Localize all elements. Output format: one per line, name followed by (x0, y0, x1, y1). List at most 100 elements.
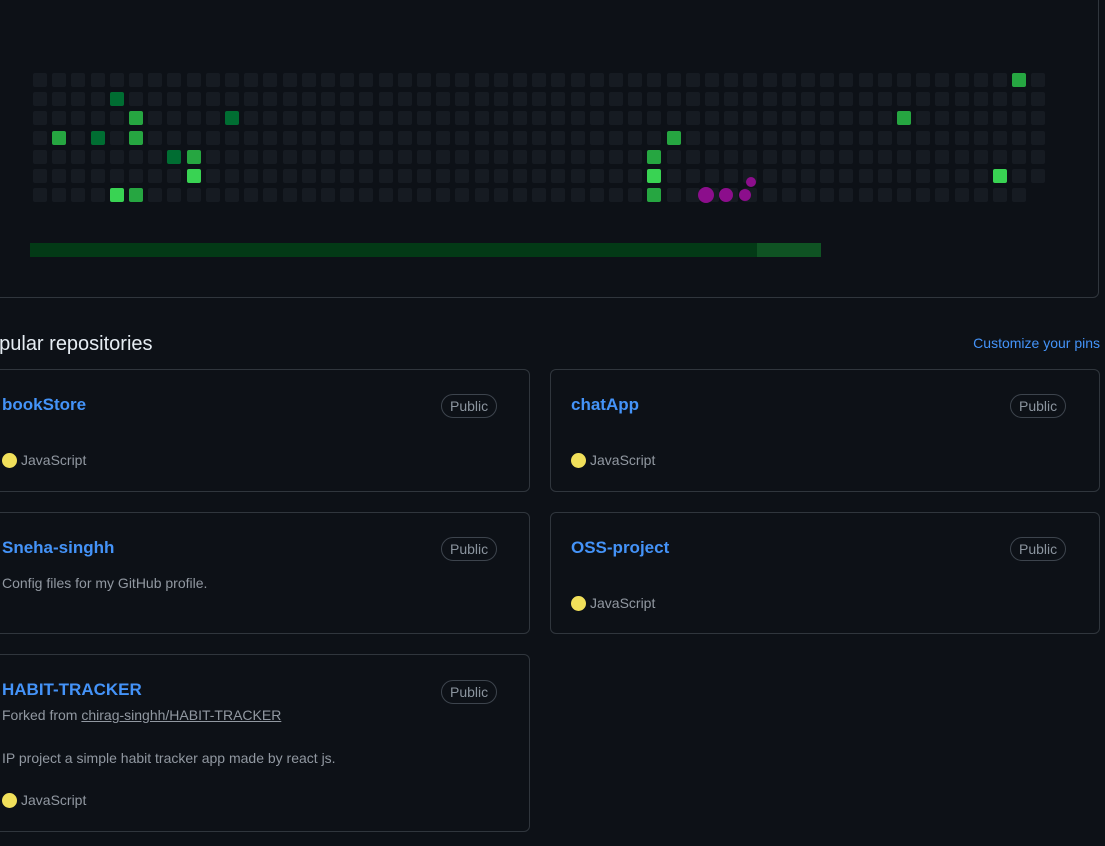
contribution-day-cell[interactable] (954, 169, 969, 183)
contribution-day-cell[interactable] (647, 188, 662, 203)
contribution-day-cell[interactable] (916, 111, 931, 126)
contribution-day-cell[interactable] (820, 188, 835, 203)
contribution-day-cell[interactable] (263, 149, 278, 164)
contribution-day-cell[interactable] (359, 73, 374, 87)
contribution-day-cell[interactable] (781, 188, 796, 203)
contribution-day-cell[interactable] (167, 188, 182, 203)
contribution-day-cell[interactable] (570, 188, 585, 203)
contribution-day-cell[interactable] (705, 169, 719, 183)
contribution-day-cell[interactable] (340, 188, 355, 203)
contribution-day-cell[interactable] (916, 149, 931, 164)
contribution-day-cell[interactable] (321, 73, 335, 87)
contribution-day-cell[interactable] (973, 188, 988, 203)
contribution-day-cell[interactable] (397, 92, 412, 107)
contribution-day-cell[interactable] (877, 149, 892, 164)
contribution-day-cell[interactable] (781, 111, 796, 126)
contribution-day-cell[interactable] (973, 92, 988, 107)
contribution-day-cell[interactable] (916, 130, 931, 145)
contribution-day-cell[interactable] (109, 169, 124, 183)
contribution-day-cell[interactable] (858, 188, 873, 203)
repo-name-link[interactable]: chatApp (571, 395, 639, 415)
contribution-day-cell[interactable] (186, 92, 201, 107)
contribution-day-cell[interactable] (263, 188, 278, 203)
contribution-day-cell[interactable] (724, 130, 739, 145)
contribution-day-cell[interactable] (52, 92, 67, 107)
contribution-day-cell[interactable] (762, 73, 777, 87)
contribution-day-cell[interactable] (148, 92, 163, 107)
contribution-day-cell[interactable] (589, 111, 604, 126)
contribution-day-cell[interactable] (513, 188, 527, 203)
contribution-day-cell[interactable] (340, 149, 355, 164)
contribution-day-cell[interactable] (321, 92, 335, 107)
contribution-day-cell[interactable] (321, 188, 335, 203)
contribution-day-cell[interactable] (916, 188, 931, 203)
contribution-day-cell[interactable] (589, 73, 604, 87)
contribution-day-cell[interactable] (397, 188, 412, 203)
contribution-day-cell[interactable] (417, 149, 431, 164)
contribution-day-cell[interactable] (589, 149, 604, 164)
contribution-day-cell[interactable] (225, 92, 239, 107)
contribution-day-cell[interactable] (551, 169, 566, 183)
contribution-day-cell[interactable] (474, 149, 489, 164)
contribution-day-cell[interactable] (993, 130, 1007, 145)
contribution-day-cell[interactable] (954, 92, 969, 107)
contribution-day-cell[interactable] (916, 73, 931, 87)
contribution-day-cell[interactable] (167, 73, 182, 87)
contribution-day-cell[interactable] (935, 188, 950, 203)
contribution-day-cell[interactable] (186, 169, 201, 183)
contribution-day-cell[interactable] (225, 73, 239, 87)
contribution-day-cell[interactable] (781, 169, 796, 183)
contribution-day-cell[interactable] (685, 169, 700, 183)
contribution-day-cell[interactable] (378, 149, 393, 164)
contribution-day-cell[interactable] (397, 73, 412, 87)
contribution-day-cell[interactable] (666, 149, 681, 164)
contribution-day-cell[interactable] (321, 169, 335, 183)
contribution-day-cell[interactable] (820, 169, 835, 183)
contribution-day-cell[interactable] (109, 111, 124, 126)
contribution-day-cell[interactable] (839, 73, 854, 87)
contribution-day-cell[interactable] (225, 149, 239, 164)
contribution-day-cell[interactable] (52, 169, 67, 183)
contribution-day-cell[interactable] (301, 73, 316, 87)
contribution-day-cell[interactable] (820, 149, 835, 164)
contribution-day-cell[interactable] (493, 169, 508, 183)
contribution-day-cell[interactable] (225, 169, 239, 183)
contribution-day-cell[interactable] (839, 111, 854, 126)
contribution-day-cell[interactable] (417, 188, 431, 203)
contribution-day-cell[interactable] (71, 130, 86, 145)
contribution-day-cell[interactable] (954, 73, 969, 87)
contribution-day-cell[interactable] (1031, 169, 1046, 183)
contribution-day-cell[interactable] (762, 92, 777, 107)
contribution-day-cell[interactable] (820, 73, 835, 87)
contribution-day-cell[interactable] (839, 92, 854, 107)
contribution-day-cell[interactable] (1031, 149, 1046, 164)
contribution-day-cell[interactable] (417, 169, 431, 183)
contribution-day-cell[interactable] (301, 188, 316, 203)
contribution-day-cell[interactable] (263, 92, 278, 107)
contribution-day-cell[interactable] (129, 149, 143, 164)
contribution-day-cell[interactable] (493, 92, 508, 107)
contribution-day-cell[interactable] (455, 111, 470, 126)
contribution-day-cell[interactable] (33, 130, 47, 145)
contribution-day-cell[interactable] (820, 111, 835, 126)
contribution-day-cell[interactable] (916, 169, 931, 183)
contribution-day-cell[interactable] (90, 92, 105, 107)
contribution-day-cell[interactable] (33, 73, 47, 87)
contribution-day-cell[interactable] (801, 188, 815, 203)
contribution-day-cell[interactable] (973, 73, 988, 87)
contribution-day-cell[interactable] (493, 188, 508, 203)
contribution-day-cell[interactable] (148, 169, 163, 183)
contribution-day-cell[interactable] (551, 130, 566, 145)
contribution-day-cell[interactable] (167, 169, 182, 183)
contribution-day-cell[interactable] (993, 149, 1007, 164)
contribution-day-cell[interactable] (378, 188, 393, 203)
contribution-day-cell[interactable] (167, 130, 182, 145)
contribution-day-cell[interactable] (628, 169, 643, 183)
contribution-day-cell[interactable] (205, 73, 220, 87)
contribution-day-cell[interactable] (935, 169, 950, 183)
contribution-day-cell[interactable] (532, 111, 547, 126)
contribution-day-cell[interactable] (90, 111, 105, 126)
contribution-day-cell[interactable] (858, 73, 873, 87)
contribution-day-cell[interactable] (762, 130, 777, 145)
contribution-day-cell[interactable] (109, 149, 124, 164)
